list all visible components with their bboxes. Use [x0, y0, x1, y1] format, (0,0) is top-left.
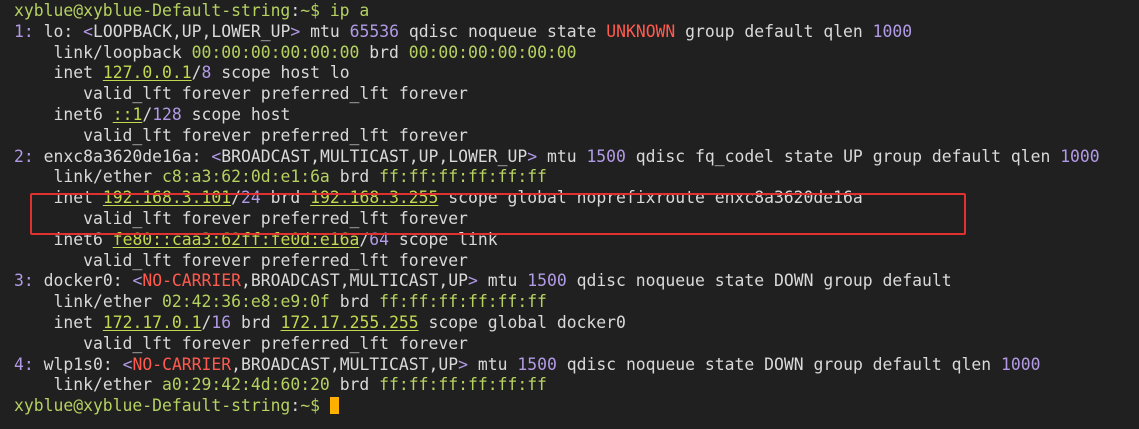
iface-state: UNKNOWN	[606, 21, 676, 41]
prefix-length: 16	[211, 312, 232, 332]
lifetime-line: valid_lft forever preferred_lft forever	[83, 125, 468, 145]
iface-qlen: 1000	[1060, 146, 1100, 166]
iface-state: UP	[843, 146, 863, 166]
terminal-cursor[interactable]	[329, 397, 339, 415]
ipv6-address: ::1	[112, 104, 143, 124]
mac-address: c8:a3:62:0d:e1:6a	[162, 167, 330, 187]
iface-mtu: 1500	[527, 271, 567, 291]
iface-flags: BROADCAST,MULTICAST,UP,LOWER_UP	[221, 146, 528, 166]
prompt-line: xyblue@xyblue-Default-string:~$ ip a	[14, 1, 370, 20]
iface-lo-inet: inet 127.0.0.1/8 scope host lo	[53, 63, 350, 83]
iface-docker-inet: inet 172.17.0.1/16 brd 172.17.255.255 sc…	[53, 312, 626, 332]
iface-lo-link: link/loopback 00:00:00:00:00:00 brd 00:0…	[53, 42, 577, 62]
prompt-user-host: xyblue@xyblue-Default-string	[14, 396, 291, 416]
lifetime-line: valid_lft forever preferred_lft forever	[83, 250, 468, 270]
broadcast-address: 172.17.255.255	[280, 312, 419, 332]
mac-address: 02:42:36:e8:e9:0f	[162, 292, 330, 312]
iface-index: 2:	[14, 146, 34, 166]
prompt-user-host: xyblue@xyblue-Default-string	[14, 1, 291, 20]
iface-name: enxc8a3620de16a	[43, 146, 192, 166]
no-carrier-flag: NO-CARRIER	[142, 271, 242, 291]
iface-index: 1:	[14, 21, 34, 41]
prompt-path: ~	[300, 1, 311, 20]
iface-qlen: 1000	[872, 21, 913, 41]
broadcast-mac: ff:ff:ff:ff:ff:ff	[379, 167, 547, 187]
prompt-symbol: $	[310, 1, 320, 20]
iface-name: lo	[43, 21, 64, 41]
iface-lo-header: 1: lo: <LOOPBACK,UP,LOWER_UP> mtu 65536 …	[14, 21, 913, 41]
ipv4-address: 172.17.0.1	[102, 312, 202, 332]
prompt-path: ~	[300, 396, 311, 416]
iface-qlen: 1000	[1000, 354, 1041, 374]
prefix-length: 128	[152, 104, 182, 124]
iface-flags: LOOPBACK,UP,LOWER_UP	[93, 21, 291, 41]
iface-wlp-link: link/ether a0:29:42:4d:60:20 brd ff:ff:f…	[53, 375, 547, 395]
prompt-line-current[interactable]: xyblue@xyblue-Default-string:~$	[14, 396, 1139, 417]
ipv4-address: 127.0.0.1	[102, 63, 192, 83]
mac-address: a0:29:42:4d:60:20	[162, 375, 330, 395]
iface-name: wlp1s0	[43, 354, 103, 374]
lifetime-line: valid_lft forever preferred_lft forever	[83, 333, 468, 353]
command-text: ip a	[329, 1, 370, 20]
iface-mtu: 65536	[349, 21, 399, 41]
iface-flags: ,BROADCAST,MULTICAST,UP	[241, 271, 468, 291]
broadcast-mac: ff:ff:ff:ff:ff:ff	[379, 292, 547, 312]
mac-address: 00:00:00:00:00:00	[191, 42, 360, 62]
iface-mtu: 1500	[586, 146, 626, 166]
iface-index: 3:	[14, 271, 34, 291]
iface-flags: ,BROADCAST,MULTICAST,UP	[231, 354, 459, 374]
broadcast-mac: ff:ff:ff:ff:ff:ff	[379, 375, 547, 395]
prefix-length: 8	[201, 63, 212, 83]
no-carrier-flag: NO-CARRIER	[132, 354, 232, 374]
terminal-window[interactable]: xyblue@xyblue-Default-string:~$ ip a 1: l…	[0, 0, 1139, 429]
iface-docker-link: link/ether 02:42:36:e8:e9:0f brd ff:ff:f…	[53, 292, 547, 312]
iface-lo-inet6: inet6 ::1/128 scope host	[53, 104, 291, 124]
iface-docker-header: 3: docker0: <NO-CARRIER,BROADCAST,MULTIC…	[14, 271, 952, 291]
iface-name: docker0	[43, 271, 113, 291]
iface-index: 4:	[14, 354, 34, 374]
lifetime-line: valid_lft forever preferred_lft forever	[83, 84, 468, 104]
iface-mtu: 1500	[517, 354, 557, 374]
prompt-symbol: $	[310, 396, 320, 416]
highlight-box	[30, 193, 966, 235]
iface-wlp-header: 4: wlp1s0: <NO-CARRIER,BROADCAST,MULTICA…	[14, 354, 1041, 374]
iface-enx-link: link/ether c8:a3:62:0d:e1:6a brd ff:ff:f…	[53, 167, 547, 187]
broadcast-mac: 00:00:00:00:00:00	[408, 42, 577, 62]
iface-state: DOWN	[764, 354, 804, 374]
iface-state: DOWN	[773, 271, 814, 291]
iface-enx-header: 2: enxc8a3620de16a: <BROADCAST,MULTICAST…	[14, 146, 1100, 166]
